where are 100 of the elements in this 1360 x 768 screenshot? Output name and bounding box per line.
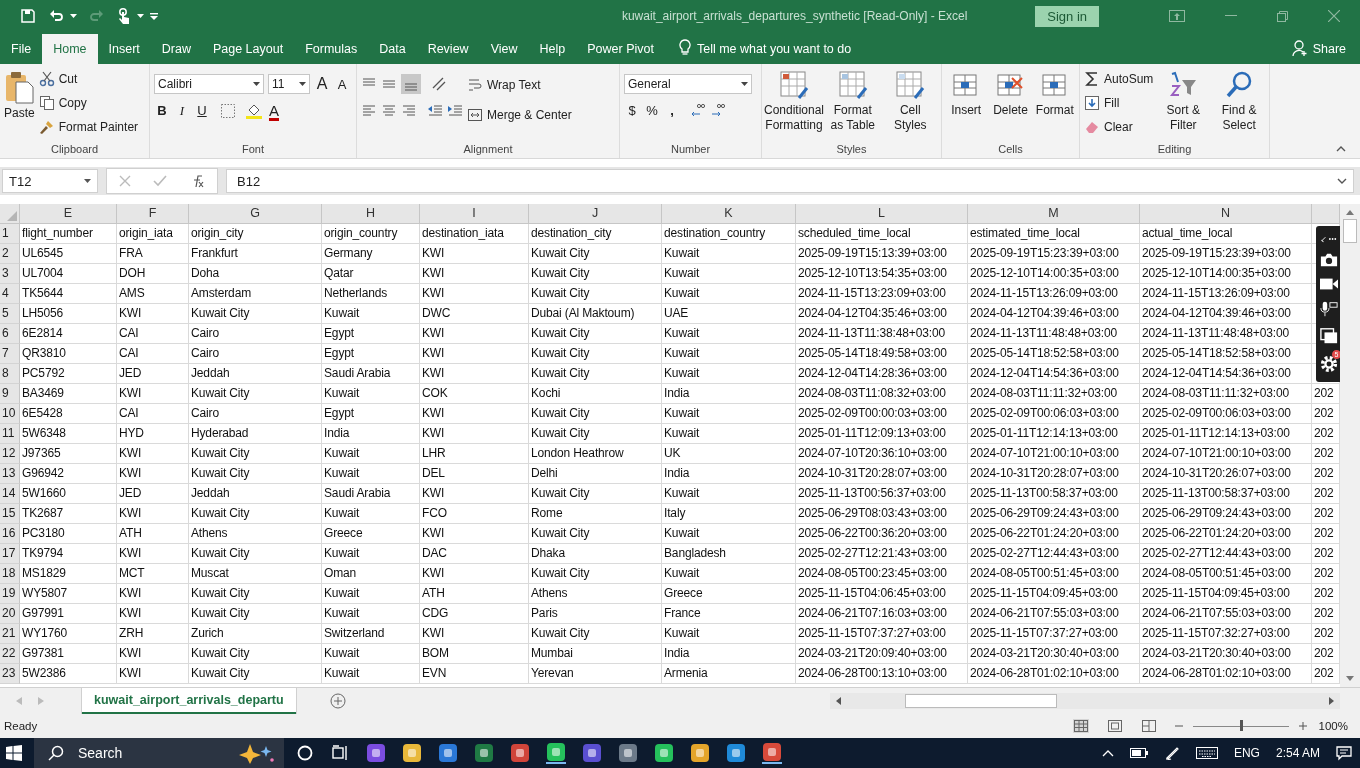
find-select-button[interactable]: Find & Select [1213,68,1265,133]
fill-color-icon[interactable] [246,102,262,119]
minimize-icon[interactable] [1225,15,1237,17]
clock[interactable]: 2:54 AM [1275,746,1320,760]
normal-view-icon[interactable] [1072,719,1089,733]
font-color-button[interactable]: A [266,102,282,119]
caret-icon[interactable] [253,82,260,86]
close-icon[interactable] [1328,10,1340,22]
row-header[interactable]: 13 [0,464,20,484]
settings-icon[interactable] [1320,353,1338,374]
row-header[interactable]: 3 [0,264,20,284]
sign-in-button[interactable]: Sign in [1035,5,1099,27]
row-header[interactable]: 11 [0,424,20,444]
customize-icon[interactable] [150,12,158,20]
taskbar-search-field[interactable]: Search [34,738,284,768]
vertical-scrollbar[interactable] [1340,204,1360,687]
column-header[interactable]: N [1140,204,1312,224]
ribbon-tab[interactable]: Draw [150,34,202,64]
clear-button[interactable]: Clear [1084,116,1154,138]
row-header[interactable]: 2 [0,244,20,264]
cells-button[interactable]: Format [1034,68,1075,118]
style-button[interactable]: Format as Table [826,68,880,133]
ribbon-tab[interactable]: Data [368,34,417,64]
app-icon[interactable] [654,743,674,763]
pen-icon[interactable] [1163,745,1180,761]
font-size-field[interactable]: 11 [268,74,310,94]
underline-button[interactable]: U [194,103,210,118]
number-format-field[interactable]: General [624,74,752,94]
row-header[interactable]: 7 [0,344,20,364]
language-indicator[interactable]: ENG [1233,746,1260,760]
expand-icon[interactable] [1337,178,1347,184]
column-header[interactable]: E [20,204,117,224]
page-layout-icon[interactable] [1106,719,1123,733]
app-icon[interactable] [402,743,422,763]
scroll-down-icon[interactable] [1346,676,1354,681]
column-header[interactable]: F [117,204,189,224]
app-icon[interactable] [546,742,566,764]
bold-button[interactable]: B [154,103,170,118]
more-icon[interactable] [1320,234,1338,243]
row-header[interactable]: 16 [0,524,20,544]
scrollbar-thumb[interactable] [1343,219,1357,243]
scrollbar-thumb[interactable] [905,694,1057,708]
shrink-font-button[interactable]: A [334,76,350,92]
task-view-icon[interactable] [331,745,349,761]
column-header[interactable]: K [662,204,796,224]
name-box[interactable]: T12 [2,169,98,193]
row-header[interactable]: 20 [0,604,20,624]
row-header[interactable]: 12 [0,444,20,464]
caret-icon[interactable] [137,14,144,18]
copy-button[interactable]: Copy [38,92,139,114]
column-header[interactable]: M [968,204,1140,224]
paste-button[interactable]: Paste [4,68,35,120]
app-icon[interactable] [762,742,782,764]
decrease-indent-icon[interactable] [427,102,443,118]
row-header[interactable]: 1 [0,224,20,244]
cells-button[interactable]: Insert [946,68,987,118]
app-icon[interactable] [690,743,710,763]
app-icon[interactable] [510,743,530,763]
horizontal-scrollbar[interactable] [830,693,1340,709]
ribbon-tab[interactable]: Review [416,34,480,64]
app-icon[interactable] [474,743,494,763]
video-camera-icon[interactable] [1320,276,1338,291]
increase-decimal-icon[interactable] [690,102,706,118]
ribbon-tab[interactable]: Page Layout [201,34,295,64]
column-header[interactable]: L [796,204,968,224]
add-sheet-icon[interactable] [329,693,346,709]
scroll-left-icon[interactable] [836,697,841,705]
scroll-up-icon[interactable] [1346,210,1354,215]
ribbon-tab[interactable]: Help [528,34,577,64]
cortana-icon[interactable] [297,745,313,761]
row-header[interactable]: 22 [0,644,20,664]
app-icon[interactable] [582,743,602,763]
sheet-tab[interactable]: kuwait_airport_arrivals_departu [82,688,296,714]
undo-icon[interactable] [48,8,64,24]
cut-button[interactable]: Cut [38,68,139,90]
row-header[interactable]: 14 [0,484,20,504]
column-header[interactable]: G [189,204,322,224]
row-header[interactable]: 6 [0,324,20,344]
decrease-decimal-icon[interactable] [710,102,726,118]
microphone-icon[interactable] [1320,299,1338,318]
ribbon-tab[interactable]: Home [42,34,98,64]
wrap-text-button[interactable]: Wrap Text [467,74,572,96]
row-header[interactable]: 19 [0,584,20,604]
save-icon[interactable] [20,8,36,24]
row-header[interactable]: 10 [0,404,20,424]
row-header[interactable]: 8 [0,364,20,384]
cells-button[interactable]: Delete [990,68,1031,118]
app-icon[interactable] [438,743,458,763]
ribbon-tab[interactable]: Formulas [294,34,369,64]
caret-icon[interactable] [299,82,306,86]
row-header[interactable]: 17 [0,544,20,564]
font-name-field[interactable]: Calibri [154,74,264,94]
sort-filter-button[interactable]: Sort & Filter [1157,68,1210,133]
camera-icon[interactable] [1320,251,1338,268]
merge-center-button[interactable]: Merge & Center [467,104,572,126]
zoom-level[interactable]: 100% [1318,720,1348,732]
touch-mode-icon[interactable] [117,7,131,25]
row-header[interactable]: 18 [0,564,20,584]
chevron-up-icon[interactable] [1101,749,1114,757]
row-header[interactable]: 9 [0,384,20,404]
